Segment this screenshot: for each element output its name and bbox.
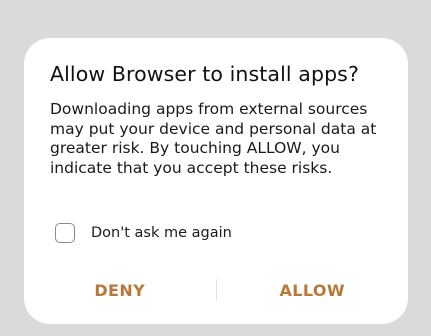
install-permission-dialog: Allow Browser to install apps? Downloadi… [24, 38, 408, 324]
dialog-actions: DENY ALLOW [24, 270, 408, 310]
dont-ask-again-option[interactable]: Don't ask me again [55, 221, 232, 245]
dont-ask-again-checkbox[interactable] [55, 223, 75, 243]
allow-button[interactable]: ALLOW [217, 281, 409, 300]
deny-button[interactable]: DENY [24, 281, 216, 300]
dialog-message: Downloading apps from external sources m… [50, 100, 377, 177]
dialog-title: Allow Browser to install apps? [50, 62, 359, 86]
dont-ask-again-label: Don't ask me again [91, 225, 232, 241]
